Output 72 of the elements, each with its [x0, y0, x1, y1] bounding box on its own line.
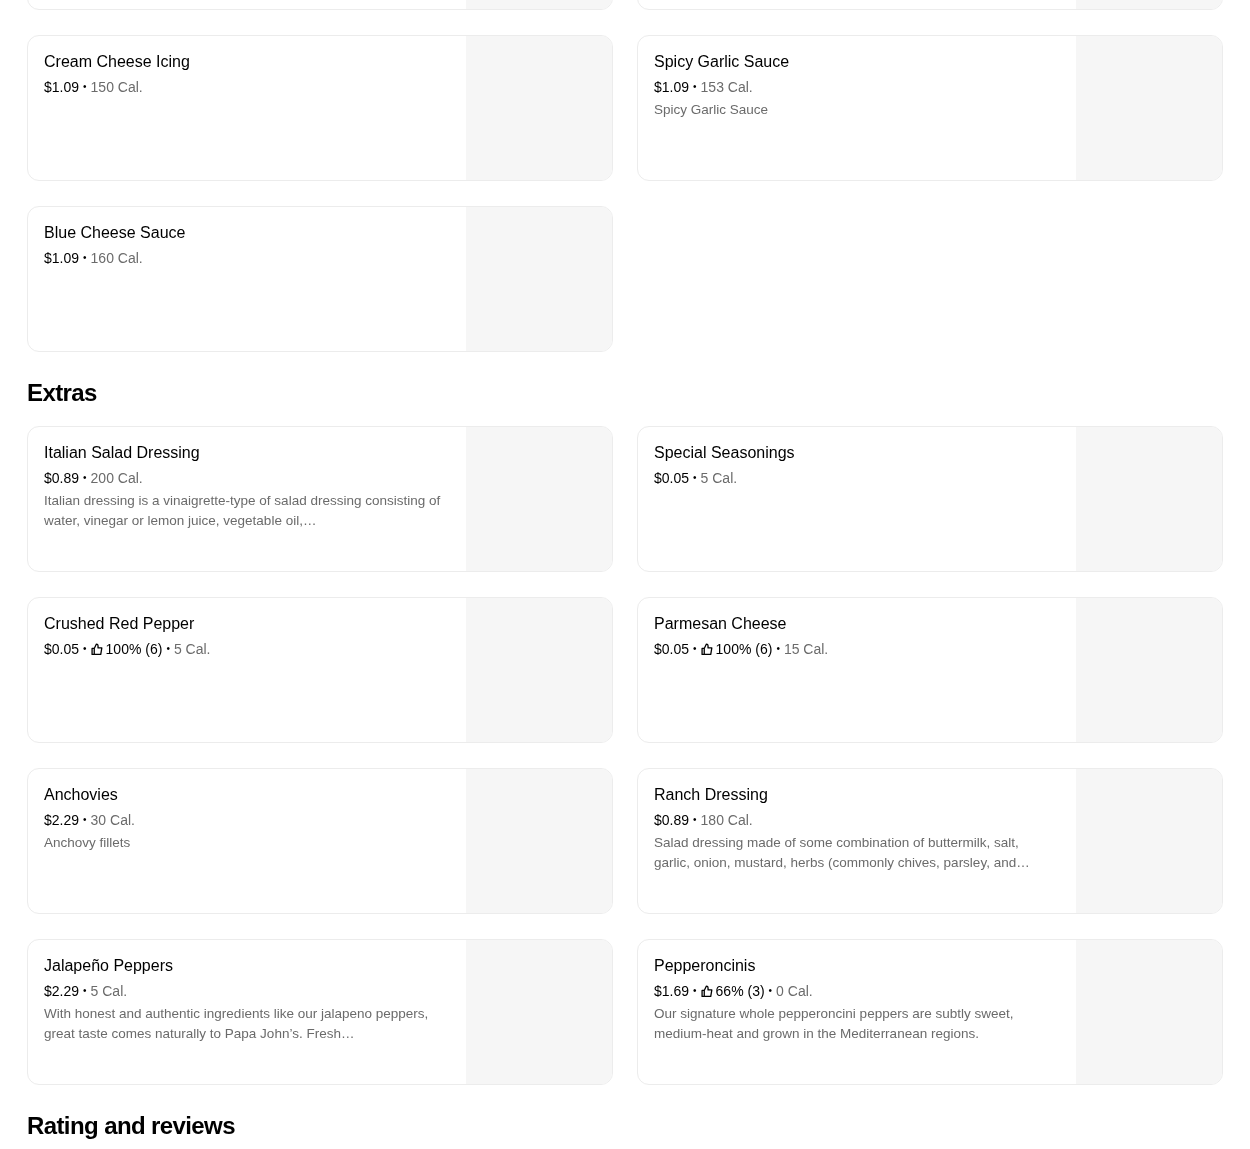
item-price: $1.09 — [654, 78, 690, 97]
item-description: Anchovy fillets — [44, 834, 132, 852]
item-description: Spicy Garlic Sauce — [654, 101, 770, 119]
item-name: Special Seasonings — [654, 443, 796, 463]
item-price: $0.05 — [654, 469, 690, 488]
item-calories: 30 Cal. — [90, 811, 135, 830]
menu-item-card[interactable]: Cream Cheese Icing $1.09 • 150 Cal. — [27, 35, 613, 181]
separator-dot: • — [693, 984, 697, 998]
item-description: Our signature whole pepperoncini peppers are subtly sweet, medium-heat and grown in the Mediterranean regions. — [654, 1005, 1015, 1043]
item-price: $1.09 — [44, 78, 80, 97]
item-price: $0.89 — [44, 469, 80, 488]
item-calories: 160 Cal. — [90, 249, 143, 268]
item-description: Salad dressing made of some combination of buttermilk, salt, garlic, onion, mustard, herbs (commonly chives, parsley, and… — [654, 834, 1031, 872]
item-calories: 15 Cal. — [783, 640, 829, 659]
item-name: Pepperoncinis — [654, 956, 757, 976]
item-name: Jalapeño Peppers — [44, 956, 174, 976]
section-heading: Extras — [27, 378, 98, 408]
separator-dot: • — [83, 984, 87, 998]
item-name: Spicy Garlic Sauce — [654, 52, 791, 72]
item-price: $2.29 — [44, 982, 80, 1001]
item-calories: 0 Cal. — [776, 982, 813, 1001]
item-name: Anchovies — [44, 785, 119, 805]
separator-dot: • — [83, 251, 87, 265]
item-price: $0.05 — [654, 640, 690, 659]
item-price: $0.05 — [44, 640, 80, 659]
item-rating: 100% (6) — [715, 640, 773, 659]
item-calories: 200 Cal. — [90, 469, 143, 488]
separator-dot: • — [83, 471, 87, 485]
item-calories: 150 Cal. — [90, 78, 143, 97]
thumbs-up-icon — [700, 642, 714, 656]
section-heading: Rating and reviews — [27, 1111, 236, 1141]
item-description: Italian dressing is a vinaigrette-type of salad dressing consisting of water, vinegar or lemon juice, vegetable oil,… — [44, 492, 442, 530]
menu-item-card[interactable]: Ranch Dressing $0.89 • 180 Cal. Salad dressing made of some combination of buttermilk, salt, garlic, onion, mustard, herbs (commonly chives, parsley, and… — [637, 768, 1223, 914]
item-name: Blue Cheese Sauce — [44, 223, 187, 243]
menu-item-card[interactable]: Anchovies $2.29 • 30 Cal. Anchovy fillets — [27, 768, 613, 914]
menu-item-card[interactable]: Jalapeño Peppers $2.29 • 5 Cal. With honest and authentic ingredients like our jalapeno peppers, great taste comes naturally to Papa John’s. Fresh… — [27, 939, 613, 1085]
item-price: $2.29 — [44, 811, 80, 830]
item-calories: 180 Cal. — [700, 811, 753, 830]
item-calories: 5 Cal. — [173, 640, 211, 659]
separator-dot: • — [768, 984, 773, 998]
separator-dot: • — [83, 642, 87, 656]
separator-dot: • — [776, 642, 780, 656]
menu-item-card[interactable]: Spicy Garlic Sauce $1.09 • 153 Cal. Spicy Garlic Sauce — [637, 35, 1223, 181]
separator-dot: • — [693, 471, 697, 485]
menu-item-card[interactable]: Special Seasonings $0.05 • 5 Cal. — [637, 426, 1223, 572]
item-price: $0.89 — [654, 811, 690, 830]
item-calories: 5 Cal. — [700, 469, 738, 488]
item-name: Cream Cheese Icing — [44, 52, 191, 72]
item-description: With honest and authentic ingredients like our jalapeno peppers, great taste comes naturally to Papa John’s. Fresh… — [44, 1005, 430, 1043]
separator-dot: • — [693, 813, 697, 827]
menu-item-card[interactable]: Parmesan Cheese $0.05 • 100% (6) • 15 Cal. — [637, 597, 1223, 743]
separator-dot: • — [83, 813, 87, 827]
item-name: Ranch Dressing — [654, 785, 769, 805]
item-rating: 100% (6) — [105, 640, 163, 659]
thumbs-up-icon — [700, 984, 714, 998]
item-name: Parmesan Cheese — [654, 614, 788, 634]
menu-item-card[interactable]: Italian Salad Dressing $0.89 • 200 Cal. Italian dressing is a vinaigrette-type of salad dressing consisting of water, vinegar or lemon juice, vegetable oil,… — [27, 426, 613, 572]
thumbs-up-icon — [90, 642, 104, 656]
separator-dot: • — [693, 642, 697, 656]
item-rating: 66% (3) — [715, 982, 765, 1001]
item-calories: 5 Cal. — [90, 982, 128, 1001]
menu-item-card[interactable]: Blue Cheese Sauce $1.09 • 160 Cal. — [27, 206, 613, 352]
menu-item-card[interactable]: Crushed Red Pepper $0.05 • 100% (6) • 5 Cal. — [27, 597, 613, 743]
item-price: $1.09 — [44, 249, 80, 268]
separator-dot: • — [166, 642, 170, 656]
item-calories: 153 Cal. — [700, 78, 753, 97]
item-name: Italian Salad Dressing — [44, 443, 201, 463]
separator-dot: • — [693, 80, 697, 94]
item-name: Crushed Red Pepper — [44, 614, 196, 634]
menu-item-card[interactable]: Pepperoncinis $1.69 • 66% (3) • 0 Cal. Our signature whole pepperoncini peppers are subtly sweet, medium-heat and grown in the Mediterranean regions. — [637, 939, 1223, 1085]
item-price: $1.69 — [654, 982, 690, 1001]
separator-dot: • — [83, 80, 87, 94]
